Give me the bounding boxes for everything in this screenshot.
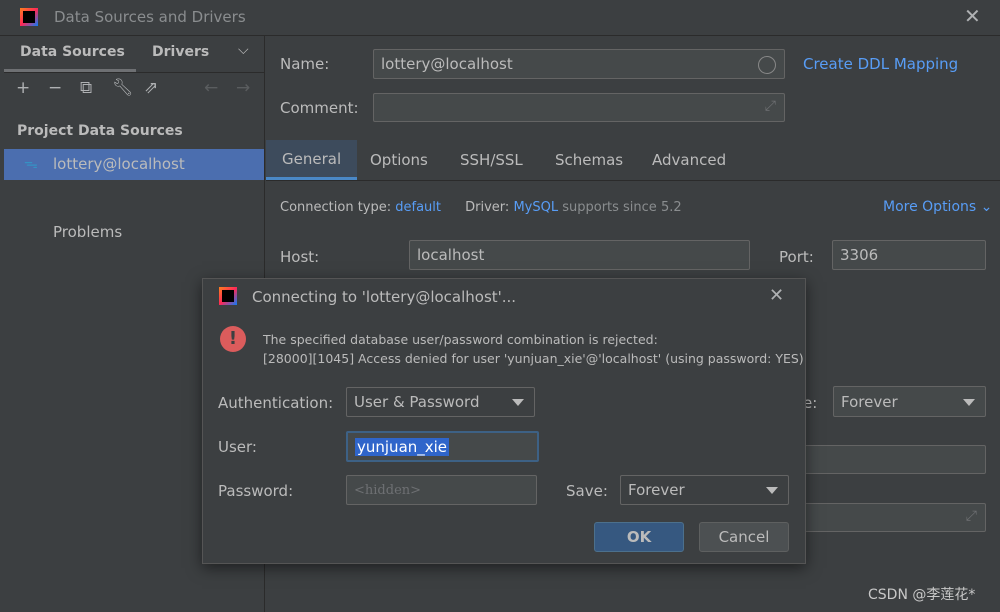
intellij-logo-icon xyxy=(219,287,237,305)
save-select[interactable]: Forever xyxy=(833,386,986,417)
mysql-icon: ᯓ xyxy=(24,156,38,172)
error-line: [28000][1045] Access denied for user 'yu… xyxy=(263,351,804,366)
user-label: User: xyxy=(218,438,257,456)
close-icon[interactable]: ✕ xyxy=(769,285,784,306)
comment-label: Comment: xyxy=(280,99,359,117)
chevron-down-icon: ⌄ xyxy=(980,199,993,215)
intellij-logo-icon xyxy=(20,8,38,26)
password-label: Password: xyxy=(218,482,294,500)
sidebar-item-problems[interactable]: Problems xyxy=(53,223,122,241)
port-label: Port: xyxy=(779,248,814,266)
dropdown-arrow-icon xyxy=(766,487,778,494)
section-header: Project Data Sources xyxy=(17,123,183,139)
connection-type-link[interactable]: default xyxy=(395,200,441,215)
tab-data-sources[interactable]: Data Sources xyxy=(20,44,125,60)
field-input[interactable] xyxy=(790,445,986,474)
comment-input[interactable]: ⤢ xyxy=(373,93,785,122)
authentication-label: Authentication: xyxy=(218,394,334,412)
forward-arrow-icon[interactable]: → xyxy=(236,78,250,98)
expand-icon[interactable]: ⤢ xyxy=(765,98,776,114)
connection-type-label: Connection type: xyxy=(280,200,392,215)
password-input[interactable]: <hidden> xyxy=(346,475,537,505)
host-input[interactable]: localhost xyxy=(409,240,750,270)
add-icon[interactable]: + xyxy=(16,78,30,98)
save-label: Save: xyxy=(566,482,608,500)
cancel-button[interactable]: Cancel xyxy=(699,522,789,552)
dropdown-arrow-icon xyxy=(512,399,524,406)
watermark: CSDN @李莲花* xyxy=(868,587,976,603)
chevron-down-icon[interactable]: ⌵ xyxy=(238,42,249,58)
dropdown-arrow-icon xyxy=(963,398,975,406)
save-value: Forever xyxy=(841,392,898,411)
name-input[interactable]: lottery@localhost xyxy=(373,49,785,79)
list-item-label: lottery@localhost xyxy=(53,155,185,173)
create-ddl-mapping-link[interactable]: Create DDL Mapping xyxy=(803,55,958,73)
save-select[interactable]: Forever xyxy=(620,475,789,505)
title-bar: Data Sources and Drivers ✕ xyxy=(0,0,1000,36)
tab-ssh-ssl[interactable]: SSH/SSL xyxy=(444,140,539,180)
name-value: lottery@localhost xyxy=(381,55,513,73)
expand-icon[interactable]: ⤢ xyxy=(966,508,977,524)
user-input[interactable]: yunjuan_xie xyxy=(346,431,539,462)
save-value: Forever xyxy=(628,481,685,499)
error-line: The specified database user/password com… xyxy=(263,332,658,347)
driver-label: Driver: xyxy=(465,200,510,215)
name-label: Name: xyxy=(280,55,330,73)
connection-info: Connection type: default Driver: MySQL s… xyxy=(280,200,682,215)
wrench-icon[interactable]: 🔧︎ xyxy=(112,78,134,98)
tab-advanced[interactable]: Advanced xyxy=(636,140,742,180)
remove-icon[interactable]: − xyxy=(48,78,62,98)
tab-general[interactable]: General xyxy=(266,140,358,180)
close-icon[interactable]: ✕ xyxy=(964,4,981,28)
driver-link[interactable]: MySQL xyxy=(513,200,558,215)
open-external-icon[interactable]: ⇗ xyxy=(144,78,158,98)
error-icon: ! xyxy=(220,326,246,352)
connecting-dialog: Connecting to 'lottery@localhost'... ✕ !… xyxy=(202,278,806,564)
url-input[interactable]: ⤢ xyxy=(790,503,986,532)
copy-icon[interactable]: ⧉ xyxy=(80,78,92,98)
host-label: Host: xyxy=(280,248,320,266)
user-value-selected: yunjuan_xie xyxy=(355,437,450,456)
back-arrow-icon[interactable]: ← xyxy=(204,78,218,98)
error-message: The specified database user/password com… xyxy=(263,330,804,368)
more-options-link[interactable]: More Options ⌄ xyxy=(883,199,992,215)
port-input[interactable]: 3306 xyxy=(832,240,986,270)
authentication-value: User & Password xyxy=(354,393,480,411)
dialog-title: Connecting to 'lottery@localhost'... xyxy=(252,288,517,306)
driver-note: supports since 5.2 xyxy=(562,200,682,215)
color-circle-icon[interactable] xyxy=(758,56,776,74)
list-item[interactable]: ᯓ lottery@localhost xyxy=(4,149,264,180)
ok-button[interactable]: OK xyxy=(594,522,684,552)
tab-options[interactable]: Options xyxy=(354,140,444,180)
tab-drivers[interactable]: Drivers xyxy=(152,44,209,60)
window-title: Data Sources and Drivers xyxy=(54,8,246,26)
tab-schemas[interactable]: Schemas xyxy=(539,140,639,180)
authentication-select[interactable]: User & Password xyxy=(346,387,535,417)
